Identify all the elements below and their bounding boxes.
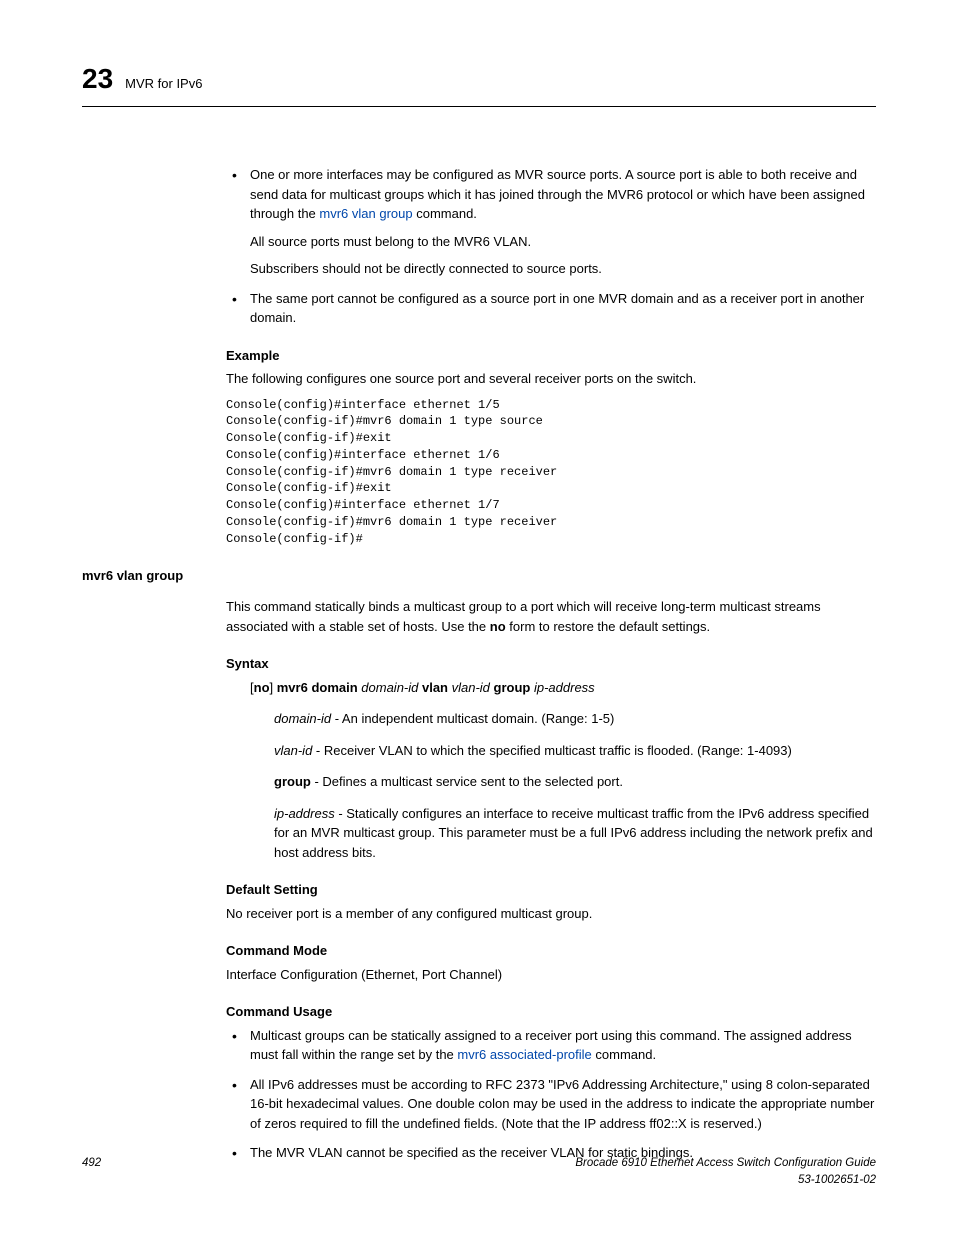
command-usage-list: Multicast groups can be statically assig… xyxy=(226,1026,876,1163)
page-header: 23 MVR for IPv6 xyxy=(82,58,876,107)
text: - An independent multicast domain. (Rang… xyxy=(331,711,614,726)
command-name-heading: mvr6 vlan group xyxy=(82,566,876,586)
syntax-line: [no] mvr6 domain domain-id vlan vlan-id … xyxy=(226,678,876,698)
bold-mvr6-domain: mvr6 domain xyxy=(277,680,358,695)
syntax-param: group - Defines a multicast service sent… xyxy=(226,772,876,792)
syntax-param: domain-id - An independent multicast dom… xyxy=(226,709,876,729)
bold-group: group xyxy=(274,774,311,789)
command-mode-heading: Command Mode xyxy=(226,941,876,961)
text: - Statically configures an interface to … xyxy=(274,806,873,860)
main-content: One or more interfaces may be configured… xyxy=(226,165,876,548)
syntax-param: vlan-id - Receiver VLAN to which the spe… xyxy=(226,741,876,761)
command-content: This command statically binds a multicas… xyxy=(226,597,876,1163)
list-item: All IPv6 addresses must be according to … xyxy=(226,1075,876,1134)
default-setting-text: No receiver port is a member of any conf… xyxy=(226,904,876,924)
bold-group: group xyxy=(494,680,531,695)
italic-vlan-id: vlan-id xyxy=(274,743,312,758)
text: command. xyxy=(592,1047,656,1062)
bullet-list-top: One or more interfaces may be configured… xyxy=(226,165,876,328)
link-mvr6-associated-profile[interactable]: mvr6 associated-profile xyxy=(457,1047,591,1062)
default-setting-heading: Default Setting xyxy=(226,880,876,900)
link-mvr6-vlan-group[interactable]: mvr6 vlan group xyxy=(319,206,412,221)
footer-right: Brocade 6910 Ethernet Access Switch Conf… xyxy=(575,1155,876,1190)
sub-paragraph: All source ports must belong to the MVR6… xyxy=(250,232,876,252)
italic-ip-address: ip-address xyxy=(274,806,335,821)
example-intro: The following configures one source port… xyxy=(226,369,876,389)
page-footer: 492 Brocade 6910 Ethernet Access Switch … xyxy=(82,1155,876,1190)
guide-title: Brocade 6910 Ethernet Access Switch Conf… xyxy=(575,1155,876,1172)
bold-no: no xyxy=(254,680,270,695)
bold-no: no xyxy=(490,619,506,634)
italic-domain-id: domain-id xyxy=(274,711,331,726)
chapter-number: 23 xyxy=(82,58,113,100)
text: ] xyxy=(270,680,277,695)
text: form to restore the default settings. xyxy=(506,619,711,634)
sub-paragraph: Subscribers should not be directly conne… xyxy=(250,259,876,279)
command-mode-text: Interface Configuration (Ethernet, Port … xyxy=(226,965,876,985)
doc-number: 53-1002651-02 xyxy=(575,1172,876,1189)
list-item: One or more interfaces may be configured… xyxy=(226,165,876,279)
italic-ip-address: ip-address xyxy=(530,680,594,695)
command-usage-heading: Command Usage xyxy=(226,1002,876,1022)
text: - Receiver VLAN to which the specified m… xyxy=(312,743,792,758)
text: - Defines a multicast service sent to th… xyxy=(311,774,623,789)
page-number: 492 xyxy=(82,1155,101,1190)
section-title: MVR for IPv6 xyxy=(125,74,202,94)
example-heading: Example xyxy=(226,346,876,366)
command-description: This command statically binds a multicas… xyxy=(226,597,876,636)
list-item: Multicast groups can be statically assig… xyxy=(226,1026,876,1065)
italic-vlan-id: vlan-id xyxy=(448,680,494,695)
italic-domain-id: domain-id xyxy=(358,680,422,695)
text: command. xyxy=(413,206,477,221)
code-block: Console(config)#interface ethernet 1/5 C… xyxy=(226,397,876,548)
bold-vlan: vlan xyxy=(422,680,448,695)
syntax-heading: Syntax xyxy=(226,654,876,674)
list-item: The same port cannot be configured as a … xyxy=(226,289,876,328)
syntax-param: ip-address - Statically configures an in… xyxy=(226,804,876,863)
